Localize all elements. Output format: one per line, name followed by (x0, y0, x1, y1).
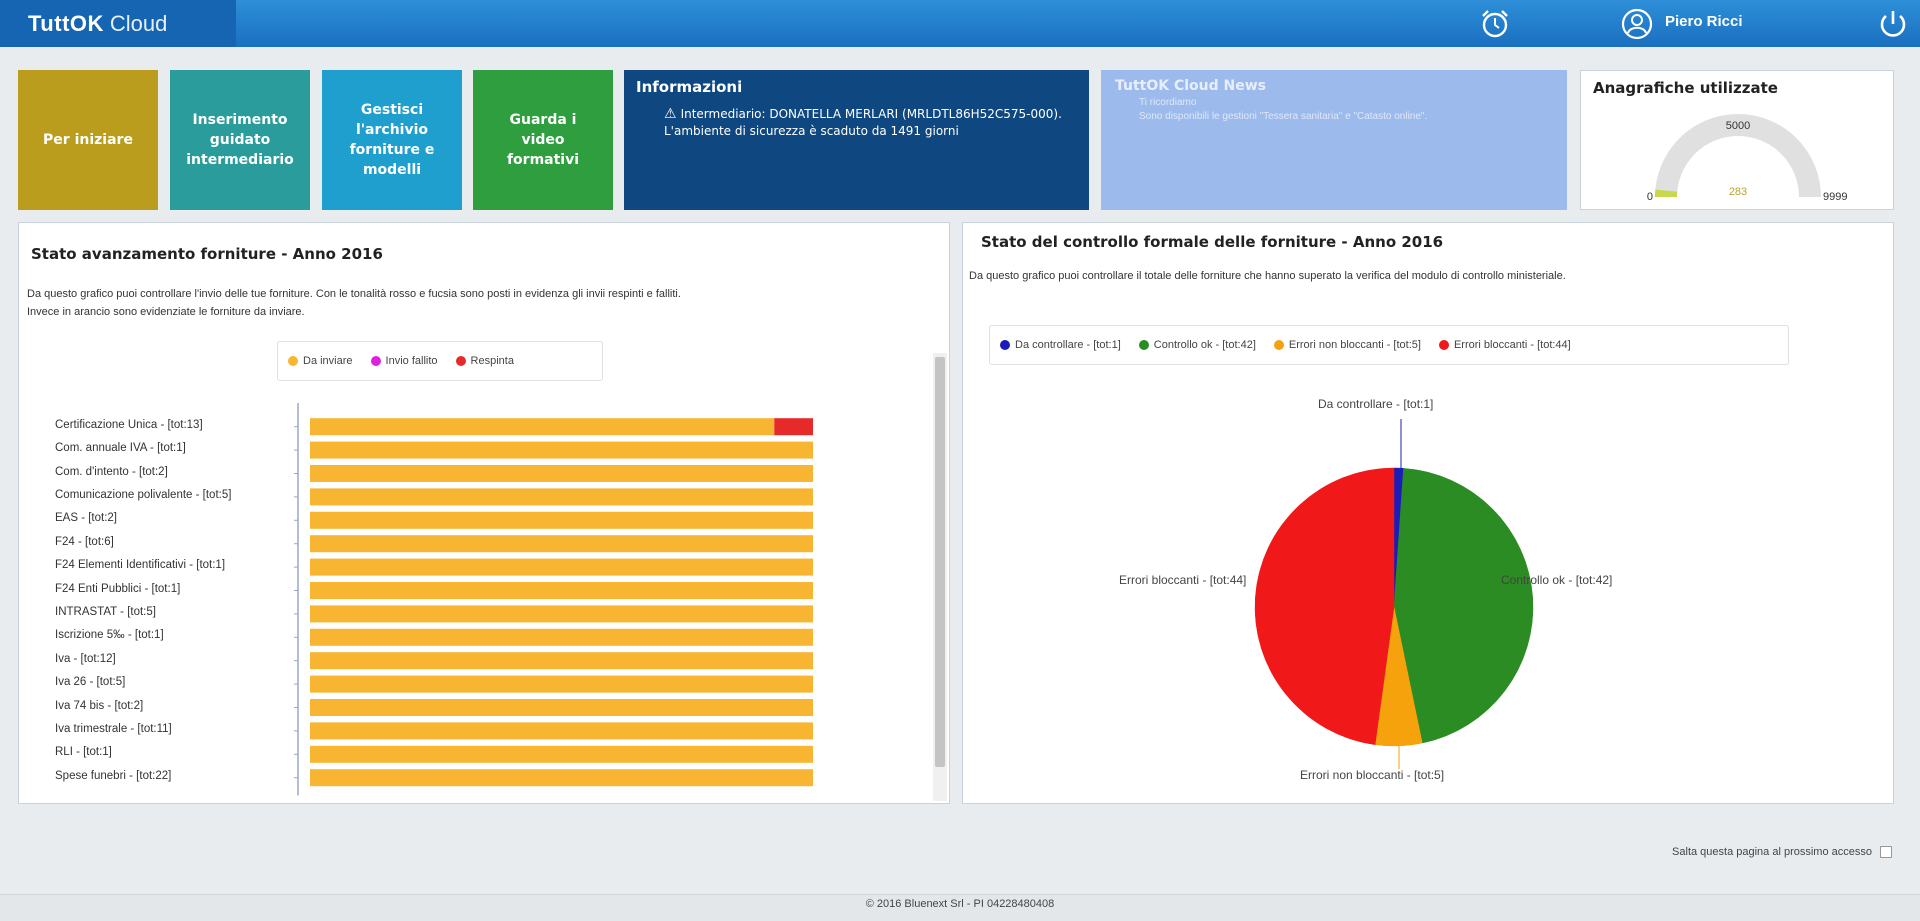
alarm-clock-icon[interactable] (1478, 7, 1512, 41)
bar-segment[interactable] (310, 465, 813, 482)
info-title: Informazioni (636, 78, 743, 96)
forniture-progress-panel: Stato avanzamento forniture - Anno 2016 … (18, 222, 950, 804)
logo-strong-text: TuttOK (28, 10, 104, 36)
skip-page-label: Salta questa pagina al prossimo accesso (1672, 846, 1872, 858)
user-name[interactable]: Piero Ricci (1665, 13, 1743, 30)
skip-page-checkbox[interactable] (1880, 846, 1892, 858)
bar-segment[interactable] (310, 441, 813, 459)
scrollbar-thumb[interactable] (935, 357, 945, 767)
gauge-value-label: 283 (1729, 186, 1747, 198)
pie-slice[interactable] (1254, 467, 1395, 745)
news-line-2: Sono disponibili le gestioni "Tessera sa… (1139, 111, 1428, 122)
bar-segment[interactable] (774, 418, 813, 436)
tile-video-label: Guarda i video formativi (506, 112, 580, 168)
bar-segment[interactable] (310, 488, 813, 506)
anagrafiche-gauge: 5000 0 9999 283 (1647, 114, 1847, 203)
bar-segment[interactable] (310, 558, 813, 576)
user-icon[interactable] (1620, 7, 1654, 41)
bar-segment[interactable] (310, 628, 813, 646)
bar-segment[interactable] (310, 605, 813, 623)
top-bar: TuttOK Cloud Piero Ricci (0, 0, 1920, 47)
bar-segment[interactable] (310, 699, 813, 716)
pie-label-da-controllare: Da controllare - [tot:1] (1318, 397, 1434, 411)
tile-gestisci-archivio[interactable]: Gestisci l'archivio forniture e modelli (322, 70, 462, 210)
bar-segment[interactable] (310, 652, 813, 670)
gauge-mid-label: 5000 (1726, 120, 1750, 132)
tile-per-iniziare[interactable]: Per iniziare (18, 70, 158, 210)
pie-label-errori-bloccanti: Errori bloccanti - [tot:44] (1119, 573, 1247, 587)
bar-segment[interactable] (310, 769, 813, 787)
info-tile[interactable]: Informazioni ⚠ Intermediario: DONATELLA M… (624, 70, 1089, 210)
info-message: ⚠ Intermediario: DONATELLA MERLARI (MRLDT… (664, 106, 1077, 140)
bar-segment[interactable] (310, 535, 813, 553)
gauge-max-label: 9999 (1823, 191, 1847, 203)
tile-gestisci-label: Gestisci l'archivio forniture e modelli (349, 102, 435, 178)
news-title: TuttOK Cloud News (1115, 78, 1267, 94)
power-icon[interactable] (1876, 7, 1910, 41)
anagrafiche-tile: Anagrafiche utilizzate 5000 0 9999 283 (1580, 70, 1894, 210)
news-tile[interactable]: TuttOK Cloud News Ti ricordiamo Sono dis… (1101, 70, 1567, 210)
gauge-min-label: 0 (1647, 191, 1653, 203)
bar-chart (294, 403, 813, 796)
pie-label-controllo-ok: Controllo ok - [tot:42] (1501, 573, 1613, 587)
bar-segment[interactable] (310, 745, 813, 763)
bar-segment[interactable] (310, 582, 813, 599)
bar-segment[interactable] (310, 418, 775, 436)
left-panel-scrollbar[interactable] (933, 353, 947, 801)
app-logo[interactable]: TuttOK Cloud (0, 0, 236, 47)
bar-segment[interactable] (310, 722, 813, 740)
anagrafiche-title: Anagrafiche utilizzate (1593, 79, 1778, 97)
tile-video-formativi[interactable]: Guarda i video formativi (473, 70, 613, 210)
logo-light-text: Cloud (109, 10, 168, 36)
copyright-text: © 2016 Bluenext Srl - PI 04228480408 (865, 898, 1055, 910)
info-text: Intermediario: DONATELLA MERLARI (MRLDTL… (664, 107, 1062, 138)
skip-page-option[interactable]: Salta questa pagina al prossimo accesso (1672, 846, 1892, 858)
tile-inserimento-label: Inserimento guidato intermediario (186, 112, 294, 168)
warning-icon: ⚠ (664, 106, 677, 122)
pie-slice[interactable] (1393, 468, 1534, 744)
pie-label-errori-non-bloccanti: Errori non bloccanti - [tot:5] (1300, 768, 1445, 782)
bar-segment[interactable] (310, 675, 813, 693)
bar-segment[interactable] (310, 511, 813, 529)
controllo-formale-panel: Stato del controllo formale delle fornit… (962, 222, 1894, 804)
tile-inserimento-guidato[interactable]: Inserimento guidato intermediario (170, 70, 310, 210)
news-line-1: Ti ricordiamo (1139, 97, 1197, 108)
pie-chart (1254, 419, 1534, 769)
